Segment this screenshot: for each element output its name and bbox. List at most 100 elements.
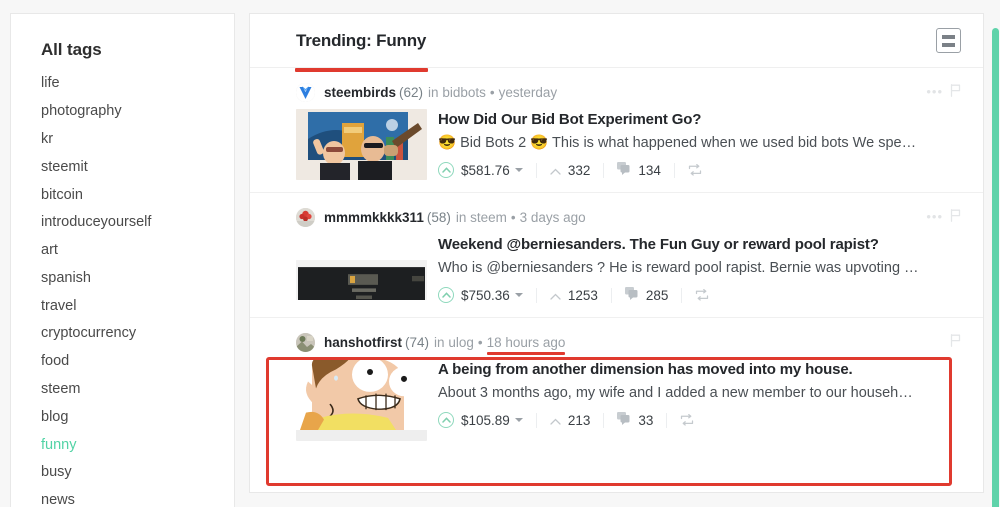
votes-stat[interactable]: 332 (550, 163, 590, 178)
post-author[interactable]: mmmmkkkk311 (324, 210, 424, 225)
toggle-bar-top (942, 34, 955, 39)
chevron-up-glyph (441, 417, 451, 423)
photo-avatar[interactable] (296, 332, 315, 352)
content-header: Trending: Funny (250, 14, 983, 68)
author-reputation: (58) (426, 209, 451, 225)
sidebar-tag-life[interactable]: life (11, 70, 234, 98)
sidebar-tag-kr[interactable]: kr (11, 126, 234, 154)
list-view-icon[interactable] (936, 28, 961, 53)
post-header-actions: ••• (926, 84, 961, 100)
comment-icon (624, 287, 639, 303)
in-label: in (428, 84, 439, 100)
post-header: hanshotfirst (74) in ulog • 18 hours ago (296, 332, 961, 355)
payout-stat[interactable]: $750.36 (438, 287, 523, 303)
more-options-icon[interactable]: ••• (926, 210, 943, 223)
post-author[interactable]: hanshotfirst (324, 335, 402, 350)
post-body: How Did Our Bid Bot Experiment Go? 😎 Bid … (296, 109, 961, 180)
meta-separator: • (477, 334, 483, 350)
post-category[interactable]: steem (470, 210, 507, 225)
post-header-actions: ••• (926, 209, 961, 225)
upvote-icon[interactable] (438, 287, 454, 303)
comments-count: 33 (638, 412, 654, 428)
votes-stat[interactable]: 213 (550, 412, 591, 428)
post-title[interactable]: How Did Our Bid Bot Experiment Go? (438, 110, 961, 129)
payout-stat[interactable]: $105.89 (438, 412, 523, 428)
scrollbar-thumb[interactable] (992, 28, 999, 507)
post-author[interactable]: steembirds (324, 85, 396, 100)
flag-icon[interactable] (950, 334, 961, 350)
post-timestamp[interactable]: 3 days ago (520, 210, 586, 225)
sidebar-tag-introduceyourself[interactable]: introduceyourself (11, 209, 234, 237)
in-label: in (455, 209, 467, 225)
post-category[interactable]: ulog (448, 335, 474, 350)
stat-divider (610, 287, 612, 303)
sidebar-tag-busy[interactable]: busy (11, 459, 234, 487)
post-excerpt: 😎 Bid Bots 2 😎 This is what happened whe… (438, 135, 917, 151)
post-text-column: Weekend @berniesanders. The Fun Guy or r… (438, 234, 961, 305)
more-options-icon[interactable]: ••• (926, 85, 943, 98)
two-men-sunglasses-thumbnail[interactable] (296, 109, 427, 180)
upvote-icon[interactable] (438, 162, 454, 178)
sidebar-tag-cryptocurrency[interactable]: cryptocurrency (11, 320, 234, 348)
sidebar-tag-photography[interactable]: photography (11, 98, 234, 126)
post-excerpt: About 3 months ago, my wife and I added … (438, 385, 913, 401)
chevron-up-glyph (441, 167, 451, 173)
stat-divider (666, 412, 668, 428)
post-stats: $581.76 332 134 (438, 160, 961, 180)
resteem-icon[interactable] (688, 164, 702, 176)
votes-stat[interactable]: 1253 (550, 288, 598, 303)
post-category[interactable]: bidbots (442, 85, 486, 100)
post-text-column: A being from another dimension has moved… (438, 359, 961, 441)
post-header-actions (950, 334, 961, 350)
steembirds-bird-avatar[interactable] (296, 82, 315, 102)
sidebar-tag-spanish[interactable]: spanish (11, 264, 234, 292)
sidebar-tag-art[interactable]: art (11, 237, 234, 265)
upvote-icon[interactable] (438, 412, 454, 428)
dark-screenshot-thumbnail[interactable] (296, 260, 427, 300)
author-reputation: (62) (399, 84, 424, 100)
sidebar-tag-blog[interactable]: blog (11, 403, 234, 431)
payout-value[interactable]: $105.89 (461, 413, 510, 428)
payout-stat[interactable]: $581.76 (438, 162, 523, 178)
post-timestamp[interactable]: yesterday (499, 85, 558, 100)
votes-count: 1253 (567, 287, 598, 303)
resteem-icon[interactable] (680, 414, 694, 426)
flag-icon[interactable] (950, 209, 961, 225)
sidebar-tag-funny[interactable]: funny (11, 431, 234, 459)
post-text-column: How Did Our Bid Bot Experiment Go? 😎 Bid … (438, 109, 961, 180)
post-item: steembirds (62) in bidbots • yesterday ••• How… (250, 68, 983, 193)
sidebar-tag-news[interactable]: news (11, 487, 234, 507)
post-item: hanshotfirst (74) in ulog • 18 hours ago A be… (250, 318, 983, 453)
post-title[interactable]: Weekend @berniesanders. The Fun Guy or r… (438, 235, 961, 254)
stat-divider (603, 162, 605, 178)
payout-dropdown-caret[interactable] (514, 293, 523, 297)
comment-icon (617, 162, 631, 178)
comments-count: 285 (645, 287, 669, 303)
cartoon-face-thumbnail[interactable] (296, 359, 427, 441)
meta-separator: • (489, 84, 495, 100)
sidebar-tag-steemit[interactable]: steemit (11, 153, 234, 181)
sidebar-tag-food[interactable]: food (11, 348, 234, 376)
post-title[interactable]: A being from another dimension has moved… (438, 360, 961, 379)
author-reputation: (74) (405, 334, 430, 350)
sidebar-tag-travel[interactable]: travel (11, 292, 234, 320)
red-flower-avatar[interactable] (296, 207, 315, 227)
sidebar-tag-bitcoin[interactable]: bitcoin (11, 181, 234, 209)
comments-stat[interactable]: 285 (624, 287, 669, 303)
stat-divider (535, 412, 537, 428)
post-timestamp[interactable]: 18 hours ago (486, 335, 565, 355)
post-body: A being from another dimension has moved… (296, 359, 961, 441)
payout-dropdown-caret[interactable] (514, 168, 523, 172)
comments-stat[interactable]: 33 (617, 412, 653, 428)
payout-value[interactable]: $750.36 (461, 288, 510, 303)
flag-icon[interactable] (950, 84, 961, 100)
sidebar-tag-steem[interactable]: steem (11, 376, 234, 404)
votes-count: 213 (567, 412, 591, 428)
scrollbar-track[interactable] (991, 14, 1000, 507)
tags-sidebar: All tags life photography kr steemit bitcoin… (10, 13, 235, 507)
comments-stat[interactable]: 134 (617, 162, 661, 178)
payout-dropdown-caret[interactable] (514, 418, 523, 422)
resteem-icon[interactable] (695, 289, 709, 301)
payout-value[interactable]: $581.76 (461, 163, 510, 178)
comment-icon (617, 412, 631, 428)
